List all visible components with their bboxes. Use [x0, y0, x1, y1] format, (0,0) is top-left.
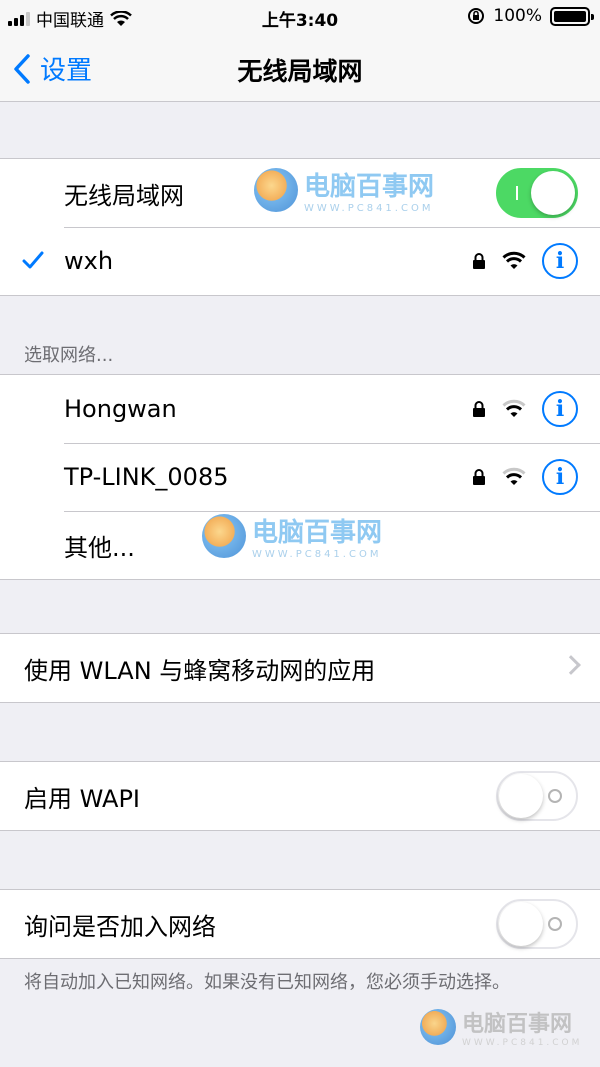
info-button[interactable]: i	[542, 391, 578, 427]
ask-join-label: 询问是否加入网络	[24, 912, 216, 941]
watermark-logo-icon	[254, 168, 298, 212]
apps-row-label: 使用 WLAN 与蜂窝移动网的应用	[24, 656, 376, 685]
wifi-signal-icon	[502, 251, 526, 269]
watermark: 电脑百事网 WWW.PC841.COM	[202, 512, 382, 560]
battery-percent: 100%	[493, 6, 542, 26]
watermark-url: WWW.PC841.COM	[304, 203, 434, 214]
wapi-row: 启用 WAPI	[0, 762, 600, 830]
ask-join-toggle[interactable]	[496, 899, 578, 949]
watermark-url: WWW.PC841.COM	[252, 549, 382, 560]
status-bar: 中国联通 上午3:40 100%	[0, 0, 600, 34]
wifi-signal-icon	[502, 467, 526, 485]
ask-join-group: 询问是否加入网络	[0, 889, 600, 959]
wapi-group: 启用 WAPI	[0, 761, 600, 831]
page-title: 无线局域网	[237, 57, 363, 86]
watermark-logo-icon	[420, 1009, 456, 1045]
checkmark-icon	[22, 251, 44, 269]
watermark-url: WWW.PC841.COM	[462, 1038, 583, 1048]
watermark: 电脑百事网 WWW.PC841.COM	[254, 166, 434, 214]
watermark-text: 电脑百事网	[304, 172, 435, 202]
apps-group: 使用 WLAN 与蜂窝移动网的应用	[0, 633, 600, 703]
chevron-right-icon	[561, 655, 581, 675]
wifi-toggle[interactable]	[496, 168, 578, 218]
apps-row[interactable]: 使用 WLAN 与蜂窝移动网的应用	[0, 634, 600, 702]
battery-icon	[550, 6, 594, 26]
other-network-label: 其他...	[64, 533, 135, 562]
footer-note: 将自动加入已知网络。如果没有已知网络，您必须手动选择。	[24, 972, 510, 993]
watermark-text: 电脑百事网	[252, 518, 383, 548]
info-button[interactable]: i	[542, 459, 578, 495]
network-name: TP-LINK_0085	[64, 463, 229, 491]
status-right: 100%	[467, 6, 594, 26]
rotation-lock-icon	[468, 8, 485, 24]
network-row[interactable]: TP-LINK_0085 i	[0, 443, 600, 511]
watermark-text: 电脑百事网	[462, 1012, 573, 1037]
wifi-toggle-label: 无线局域网	[64, 181, 184, 210]
nav-bar: 设置 无线局域网	[0, 34, 600, 102]
network-name: Hongwan	[64, 395, 177, 423]
lock-icon	[473, 253, 485, 269]
choose-network-header: 选取网络...	[24, 345, 114, 366]
network-row[interactable]: Hongwan i	[0, 375, 600, 443]
ask-join-row: 询问是否加入网络	[0, 890, 600, 958]
info-button[interactable]: i	[542, 243, 578, 279]
wapi-label: 启用 WAPI	[24, 784, 141, 813]
watermark-logo-icon	[202, 514, 246, 558]
wapi-toggle[interactable]	[496, 771, 578, 821]
lock-icon	[473, 469, 485, 485]
lock-icon	[473, 401, 485, 417]
watermark: 电脑百事网 WWW.PC841.COM	[420, 1006, 582, 1048]
wifi-signal-icon	[502, 399, 526, 417]
connected-network-row[interactable]: wxh i	[0, 227, 600, 295]
connected-network-name: wxh	[64, 247, 114, 275]
